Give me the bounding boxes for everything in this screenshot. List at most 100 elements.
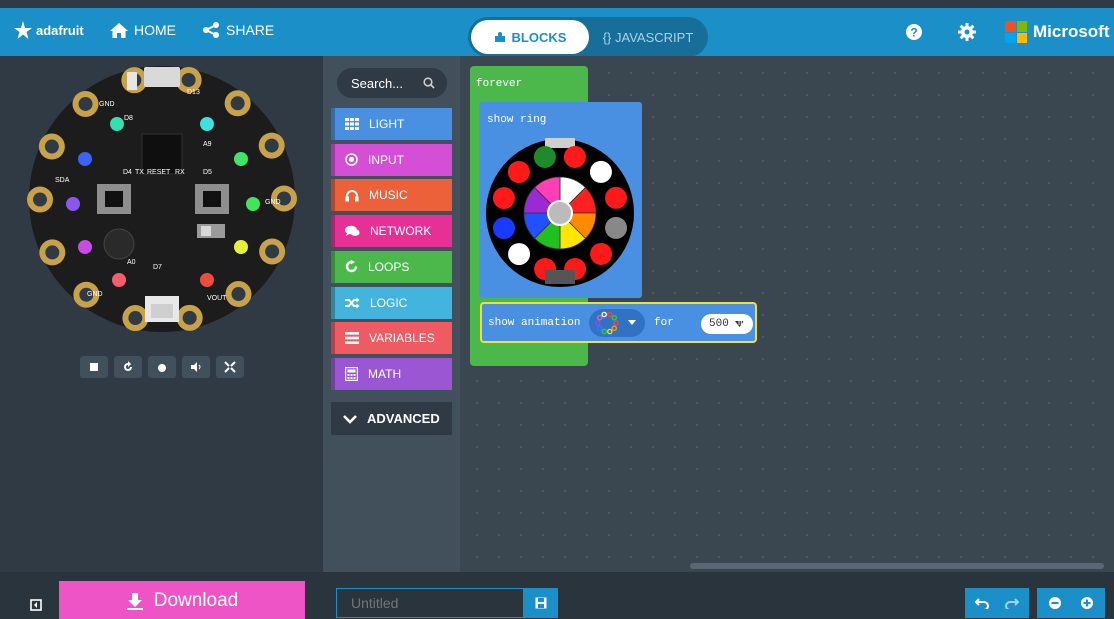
mute-button[interactable] — [182, 356, 210, 378]
home-label: HOME — [134, 22, 176, 38]
circle-dot-icon — [345, 153, 358, 166]
undo-redo-group — [965, 588, 1029, 618]
svg-text:A0: A0 — [127, 259, 136, 266]
show-animation-block[interactable]: show animation for 500 ms — [480, 302, 757, 343]
shuffle-icon — [345, 297, 360, 309]
ring-led[interactable] — [563, 145, 586, 168]
svg-text:TX: TX — [135, 169, 144, 176]
svg-text:GND: GND — [87, 291, 103, 298]
ring-led[interactable] — [492, 187, 515, 210]
chevron-down-icon — [343, 414, 357, 424]
chevron-down-icon — [628, 320, 636, 325]
svg-text:D13: D13 — [187, 89, 200, 96]
home-button[interactable]: HOME — [110, 22, 176, 38]
circuit-playground-board[interactable]: GND D8 D13 A9 SDA TX RESET RX D5 D4 A0 D7 GND GND… — [27, 64, 297, 334]
show-ring-label: show ring — [487, 114, 547, 126]
category-logic[interactable]: LOGIC — [331, 286, 452, 319]
category-label: INPUT — [368, 152, 404, 167]
fullscreen-button[interactable] — [216, 356, 244, 378]
editor-footer: Download — [0, 572, 1114, 619]
animation-dropdown[interactable] — [589, 309, 645, 337]
workspace-scrollbar[interactable] — [690, 563, 1104, 569]
calculator-icon — [345, 366, 358, 381]
forever-label: forever — [476, 78, 523, 90]
adafruit-flower-icon — [14, 21, 32, 39]
bug-icon — [158, 364, 166, 372]
category-label: LOGIC — [370, 295, 408, 310]
advanced-category[interactable]: ADVANCED — [331, 402, 452, 435]
category-music[interactable]: MUSIC — [331, 179, 452, 212]
category-loops[interactable]: LOOPS — [331, 250, 452, 283]
share-button[interactable]: SHARE — [202, 22, 274, 38]
category-network[interactable]: NETWORK — [331, 215, 452, 248]
ring-preview[interactable] — [485, 138, 635, 288]
ring-led[interactable] — [605, 216, 628, 239]
zoom-out-icon[interactable] — [1048, 596, 1062, 610]
download-icon — [126, 593, 143, 610]
save-icon — [535, 597, 547, 609]
ring-led[interactable] — [589, 160, 612, 183]
save-button[interactable] — [524, 588, 558, 618]
svg-text:?: ? — [910, 26, 917, 40]
help-button[interactable]: ? — [905, 23, 923, 41]
blocks-workspace[interactable]: forever show ring show animation for 500… — [460, 56, 1114, 572]
javascript-tab-label: {} JAVASCRIPT — [602, 29, 694, 45]
ring-led[interactable] — [493, 217, 516, 240]
svg-text:D4: D4 — [123, 169, 132, 176]
share-icon — [203, 22, 219, 38]
project-name-input[interactable] — [336, 588, 524, 618]
microsoft-logo[interactable]: Microsoft — [1005, 21, 1110, 43]
svg-text:A9: A9 — [203, 141, 212, 148]
stop-button[interactable] — [80, 356, 108, 378]
duration-value: 500 — [709, 318, 729, 330]
ring-led[interactable] — [507, 161, 530, 184]
category-label: NETWORK — [370, 224, 432, 239]
ring-led[interactable] — [604, 186, 627, 209]
category-variables[interactable]: VARIABLES — [331, 322, 452, 355]
gear-icon — [958, 23, 976, 41]
debug-button[interactable] — [148, 356, 176, 378]
ring-led[interactable] — [533, 146, 556, 169]
blocks-tab[interactable]: BLOCKS — [471, 20, 589, 54]
simulator-toolbar — [80, 356, 244, 378]
adafruit-logo[interactable]: adafruit — [12, 20, 84, 40]
svg-text:D7: D7 — [153, 264, 162, 271]
comments-icon — [345, 225, 360, 237]
stop-icon — [90, 363, 98, 371]
javascript-tab[interactable]: {} JAVASCRIPT — [592, 20, 704, 54]
for-label: for — [654, 317, 674, 329]
category-light[interactable]: LIGHT — [331, 108, 452, 140]
blocks-toolbox: Search... LIGHT INPUT MUSIC NETWORK LOOPS LOG… — [323, 56, 460, 572]
zoom-in-icon[interactable] — [1080, 596, 1094, 610]
restart-button[interactable] — [114, 356, 142, 378]
logo-text: adafruit — [36, 22, 84, 38]
ring-led[interactable] — [508, 243, 531, 266]
headphones-icon — [345, 189, 359, 202]
undo-icon[interactable] — [975, 597, 989, 609]
collapse-icon — [30, 599, 42, 611]
show-ring-block[interactable]: show ring — [479, 102, 642, 298]
rainbow-animation-icon — [595, 311, 619, 335]
svg-text:GND: GND — [265, 199, 281, 206]
zoom-group — [1037, 588, 1105, 618]
redo-icon[interactable] — [1005, 597, 1019, 609]
grid-icon — [345, 118, 359, 130]
show-animation-label: show animation — [488, 317, 581, 329]
microsoft-squares-icon — [1005, 21, 1027, 43]
ring-led[interactable] — [590, 242, 613, 265]
svg-text:D5: D5 — [203, 169, 212, 176]
toolbox-search[interactable]: Search... — [337, 68, 447, 98]
advanced-label: ADVANCED — [367, 411, 440, 426]
search-icon — [423, 77, 435, 89]
category-input[interactable]: INPUT — [331, 143, 452, 176]
refresh-icon — [345, 260, 358, 273]
question-circle-icon: ? — [906, 24, 922, 40]
collapse-simulator-button[interactable] — [16, 594, 56, 616]
category-math[interactable]: MATH — [331, 357, 452, 390]
svg-text:RESET: RESET — [147, 169, 171, 176]
settings-button[interactable] — [958, 23, 976, 41]
download-button[interactable]: Download — [59, 581, 305, 619]
category-label: VARIABLES — [369, 331, 435, 346]
category-label: LIGHT — [369, 117, 405, 131]
category-label: LOOPS — [368, 259, 410, 274]
